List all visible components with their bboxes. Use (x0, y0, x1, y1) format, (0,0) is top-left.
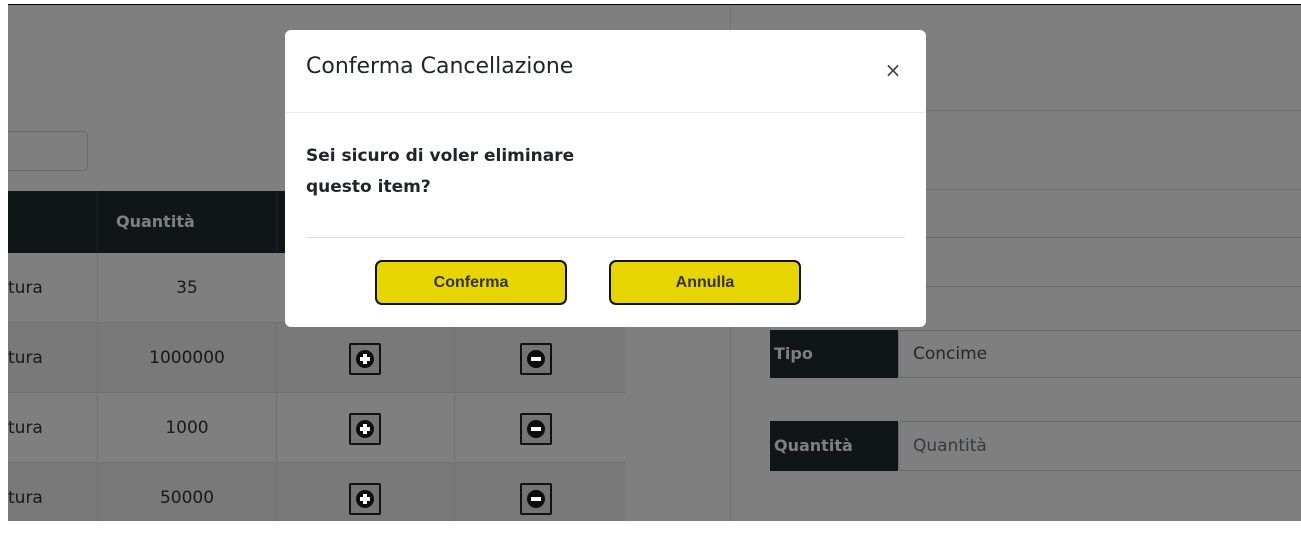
modal-message: Sei sicuro di voler eliminare questo ite… (306, 141, 606, 203)
confirm-delete-modal: Conferma Cancellazione × Sei sicuro di v… (285, 30, 926, 327)
modal-title: Conferma Cancellazione (306, 54, 574, 79)
modal-message-line2: questo item? (306, 177, 431, 197)
modal-message-line1: Sei sicuro di voler eliminare (306, 146, 575, 166)
page: Quantità tura 35 tura 1000000 tura 1000 … (8, 4, 1301, 521)
close-icon[interactable]: × (881, 58, 905, 82)
confirm-button[interactable]: Conferma (375, 260, 567, 305)
cancel-button[interactable]: Annulla (609, 260, 801, 305)
